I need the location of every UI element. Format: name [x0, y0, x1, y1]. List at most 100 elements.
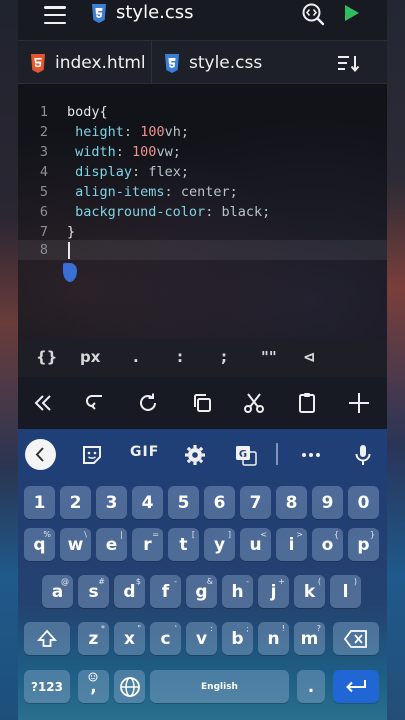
- translate-icon[interactable]: G: [234, 443, 258, 467]
- line-number: 2: [39, 124, 48, 140]
- css-property: height: [75, 124, 124, 140]
- key-w[interactable]: w \: [60, 528, 91, 561]
- settings-gear-icon[interactable]: [183, 443, 207, 467]
- copy-icon[interactable]: [190, 391, 214, 415]
- css-property: width: [75, 144, 116, 160]
- code-editor[interactable]: 1 body{ 2 height: 100vh; 3 width: 100vw;…: [18, 84, 387, 339]
- enter-key[interactable]: [333, 670, 379, 703]
- key-r[interactable]: r =: [132, 528, 163, 561]
- key-g[interactable]: g &: [186, 575, 217, 608]
- undo-icon[interactable]: [85, 391, 109, 415]
- key-p[interactable]: p}: [348, 528, 379, 561]
- key-j[interactable]: j +: [258, 575, 289, 608]
- space-bar[interactable]: English: [150, 670, 289, 703]
- key-5[interactable]: 5: [168, 486, 199, 519]
- code-line: 6 background-color: black;: [18, 202, 387, 222]
- key-period[interactable]: .: [297, 670, 325, 703]
- text-cursor: [68, 242, 70, 259]
- key-i[interactable]: i >: [276, 528, 307, 561]
- symbols-key[interactable]: ?123: [24, 670, 70, 703]
- emoji-comma-key[interactable]: ,: [78, 670, 109, 703]
- globe-icon: [119, 676, 140, 697]
- key-x[interactable]: x ": [114, 622, 145, 655]
- symbol-px[interactable]: px: [80, 348, 100, 366]
- keyboard-back-button[interactable]: [25, 439, 56, 470]
- shift-key[interactable]: [24, 622, 70, 655]
- more-options-icon[interactable]: [299, 443, 323, 467]
- css-number: 100: [140, 124, 165, 140]
- symbol-arrow[interactable]: ⊲: [303, 348, 316, 366]
- paste-icon[interactable]: [295, 391, 319, 415]
- background-blur-right: [387, 0, 405, 720]
- key-e[interactable]: e |: [96, 528, 127, 561]
- symbol-colon[interactable]: :: [177, 348, 183, 366]
- shift-icon: [37, 629, 57, 647]
- key-9[interactable]: 9: [312, 486, 343, 519]
- line-number: 7: [39, 224, 48, 240]
- key-m[interactable]: m?: [294, 622, 325, 655]
- language-key[interactable]: [114, 670, 145, 703]
- collapse-left-icon[interactable]: [31, 391, 55, 415]
- key-o[interactable]: o{: [312, 528, 343, 561]
- backspace-key[interactable]: [333, 622, 379, 655]
- symbol-semicolon[interactable]: ;: [221, 348, 227, 366]
- key-q[interactable]: q%: [24, 528, 55, 561]
- key-h[interactable]: h-: [222, 575, 253, 608]
- symbol-braces[interactable]: {}: [36, 348, 57, 366]
- search-code-icon[interactable]: [301, 2, 325, 26]
- microphone-icon[interactable]: [351, 443, 375, 467]
- line-number: 4: [39, 164, 48, 180]
- key-t[interactable]: t[: [168, 528, 199, 561]
- key-l[interactable]: l): [330, 575, 361, 608]
- html-file-icon: [30, 53, 46, 73]
- key-z[interactable]: z *: [78, 622, 109, 655]
- symbol-period[interactable]: .: [133, 348, 139, 366]
- key-3[interactable]: 3: [96, 486, 127, 519]
- sticker-icon[interactable]: [80, 443, 104, 467]
- key-d[interactable]: d $: [114, 575, 145, 608]
- key-u[interactable]: u <: [240, 528, 271, 561]
- css-value: black: [221, 204, 263, 220]
- code-line: 4 display: flex;: [18, 162, 387, 182]
- key-6[interactable]: 6: [204, 486, 235, 519]
- file-tab-bar: index.html style.css: [18, 40, 387, 85]
- gif-button[interactable]: GIF: [130, 444, 159, 460]
- code-line: 3 width: 100vw;: [18, 142, 387, 162]
- tab-label: style.css: [189, 53, 263, 73]
- cut-icon[interactable]: [242, 391, 266, 415]
- top-app-bar: style.css: [18, 0, 387, 40]
- backspace-icon: [344, 629, 367, 648]
- tab-style-css[interactable]: style.css: [152, 41, 274, 85]
- key-4[interactable]: 4: [132, 486, 163, 519]
- key-b[interactable]: b;: [222, 622, 253, 655]
- add-icon[interactable]: [347, 391, 371, 415]
- css-unit: vh: [164, 124, 181, 140]
- editor-action-bar: [18, 377, 387, 429]
- code-line: 5 align-items: center;: [18, 182, 387, 202]
- key-8[interactable]: 8: [276, 486, 307, 519]
- run-play-icon[interactable]: [342, 4, 360, 22]
- symbol-quotes[interactable]: "": [261, 348, 277, 366]
- key-c[interactable]: c ': [150, 622, 181, 655]
- key-v[interactable]: v:: [186, 622, 217, 655]
- key-1[interactable]: 1: [24, 486, 55, 519]
- css-value: flex: [148, 164, 181, 180]
- key-y[interactable]: y]: [204, 528, 235, 561]
- key-k[interactable]: k(: [294, 575, 325, 608]
- line-number: 5: [39, 184, 48, 200]
- symbol-bar: {} px . : ; "" ⊲: [18, 339, 387, 377]
- code-line: 7 }: [18, 222, 387, 242]
- tab-index-html[interactable]: index.html: [18, 41, 152, 85]
- redo-icon[interactable]: [136, 391, 160, 415]
- key-a[interactable]: a @: [42, 575, 73, 608]
- code-line-active: 8: [18, 240, 387, 260]
- page-title: style.css: [116, 2, 194, 23]
- key-7[interactable]: 7: [240, 486, 271, 519]
- menu-icon[interactable]: [44, 6, 66, 24]
- sort-icon[interactable]: [336, 53, 360, 73]
- key-n[interactable]: n!: [258, 622, 289, 655]
- key-0[interactable]: 0: [348, 486, 379, 519]
- key-f[interactable]: f-: [150, 575, 181, 608]
- key-s[interactable]: s #: [78, 575, 109, 608]
- key-2[interactable]: 2: [60, 486, 91, 519]
